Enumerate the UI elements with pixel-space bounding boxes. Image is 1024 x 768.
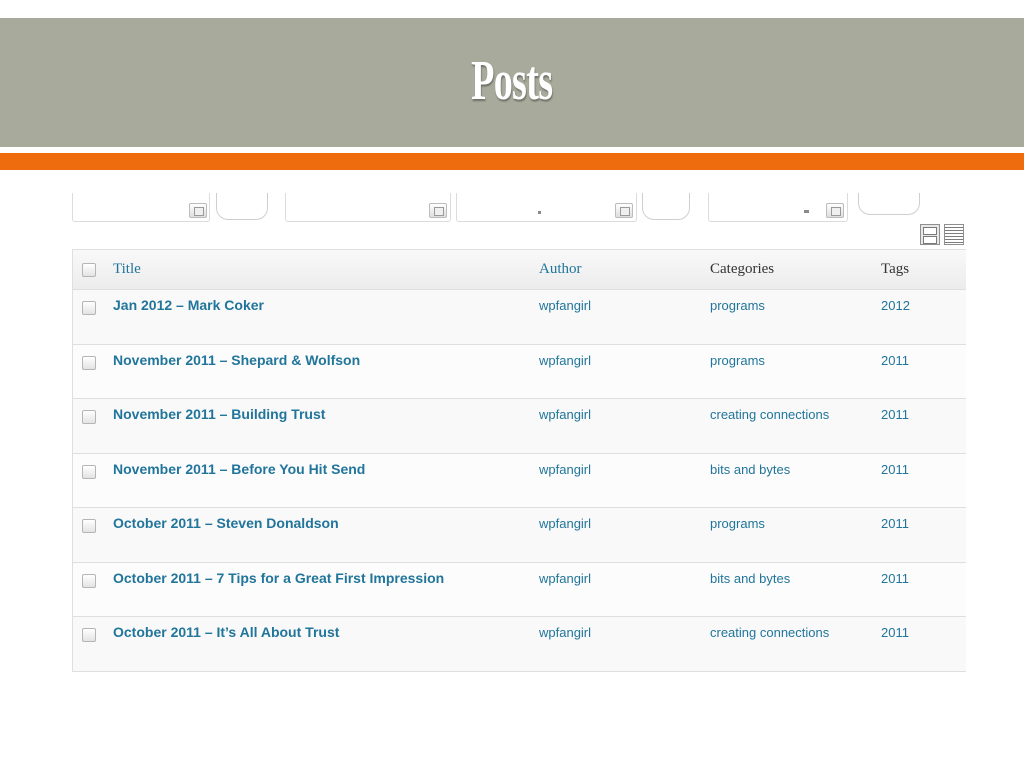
post-tag-link[interactable]: 2011 xyxy=(881,353,909,368)
title-band: Posts xyxy=(0,18,1024,147)
category-filter-dropdown-icon[interactable] xyxy=(615,203,633,218)
post-author-link[interactable]: wpfangirl xyxy=(539,462,591,477)
row-checkbox[interactable] xyxy=(82,464,96,479)
row-checkbox[interactable] xyxy=(82,573,96,588)
post-category-link[interactable]: bits and bytes xyxy=(710,571,790,586)
bulk-actions-dropdown-icon[interactable] xyxy=(189,203,207,218)
table-row: November 2011 – Shepard & Wolfson wpfang… xyxy=(73,344,966,399)
post-tag-link[interactable]: 2011 xyxy=(881,571,909,586)
slide-title: Posts xyxy=(471,49,553,112)
post-title-link[interactable]: November 2011 – Shepard & Wolfson xyxy=(113,352,360,368)
post-author-link[interactable]: wpfangirl xyxy=(539,625,591,640)
table-row: November 2011 – Building Trust wpfangirl… xyxy=(73,399,966,454)
row-checkbox[interactable] xyxy=(82,410,96,424)
row-checkbox[interactable] xyxy=(82,628,96,642)
post-title-link[interactable]: October 2011 – Steven Donaldson xyxy=(113,515,339,531)
category-filter-text-fragment xyxy=(538,211,541,214)
post-author-link[interactable]: wpfangirl xyxy=(539,298,591,313)
category-filter-select[interactable] xyxy=(456,193,637,222)
table-row: October 2011 – It’s All About Trust wpfa… xyxy=(73,617,966,672)
posts-screenshot: Title Author Categories Tags Jan 2012 – … xyxy=(72,193,966,679)
search-input[interactable] xyxy=(708,193,848,222)
table-row: October 2011 – Steven Donaldson wpfangir… xyxy=(73,508,966,563)
post-tag-link[interactable]: 2012 xyxy=(881,298,910,313)
row-checkbox[interactable] xyxy=(82,355,96,370)
post-category-link[interactable]: bits and bytes xyxy=(710,462,790,477)
table-row: Jan 2012 – Mark Coker wpfangirl programs… xyxy=(73,290,966,345)
table-header: Title Author Categories Tags xyxy=(73,250,966,290)
post-title-link[interactable]: November 2011 – Building Trust xyxy=(113,406,325,422)
search-field-icon xyxy=(826,203,844,218)
post-category-link[interactable]: programs xyxy=(710,353,765,368)
post-title-link[interactable]: November 2011 – Before You Hit Send xyxy=(113,461,365,477)
select-all-checkbox[interactable] xyxy=(82,263,96,277)
post-category-link[interactable]: programs xyxy=(710,516,765,531)
filter-button[interactable] xyxy=(642,193,690,220)
date-filter-select[interactable] xyxy=(285,193,451,222)
post-tag-link[interactable]: 2011 xyxy=(881,462,909,477)
post-category-link[interactable]: creating connections xyxy=(710,625,829,640)
bulk-actions-select[interactable] xyxy=(72,193,210,222)
post-author-link[interactable]: wpfangirl xyxy=(539,571,591,586)
row-checkbox[interactable] xyxy=(82,519,96,533)
post-author-link[interactable]: wpfangirl xyxy=(539,353,591,368)
search-posts-button[interactable] xyxy=(858,193,920,215)
post-author-link[interactable]: wpfangirl xyxy=(539,516,591,531)
post-title-link[interactable]: October 2011 – It’s All About Trust xyxy=(113,624,339,640)
column-tags: Tags xyxy=(881,261,910,277)
post-category-link[interactable]: programs xyxy=(710,298,765,313)
post-tag-link[interactable]: 2011 xyxy=(881,516,909,531)
column-categories: Categories xyxy=(710,261,775,277)
post-author-link[interactable]: wpfangirl xyxy=(539,407,591,422)
table-body: Jan 2012 – Mark Coker wpfangirl programs… xyxy=(73,290,966,672)
table-row: November 2011 – Before You Hit Send wpfa… xyxy=(73,453,966,508)
column-title[interactable]: Title xyxy=(113,261,141,278)
post-title-link[interactable]: Jan 2012 – Mark Coker xyxy=(113,297,264,313)
post-tag-link[interactable]: 2011 xyxy=(881,625,909,640)
apply-button[interactable] xyxy=(216,193,268,220)
search-text-fragment xyxy=(804,210,809,213)
post-title-link[interactable]: October 2011 – 7 Tips for a Great First … xyxy=(113,570,444,586)
row-checkbox[interactable] xyxy=(82,301,96,315)
excerpt-view-icon[interactable] xyxy=(944,224,964,245)
column-author[interactable]: Author xyxy=(539,261,582,278)
accent-bar xyxy=(0,153,1024,170)
list-view-icon[interactable] xyxy=(920,224,940,245)
posts-table: Title Author Categories Tags Jan 2012 – … xyxy=(72,249,966,672)
post-category-link[interactable]: creating connections xyxy=(710,407,829,422)
post-tag-link[interactable]: 2011 xyxy=(881,407,909,422)
date-filter-dropdown-icon[interactable] xyxy=(429,203,447,218)
table-row: October 2011 – 7 Tips for a Great First … xyxy=(73,562,966,617)
